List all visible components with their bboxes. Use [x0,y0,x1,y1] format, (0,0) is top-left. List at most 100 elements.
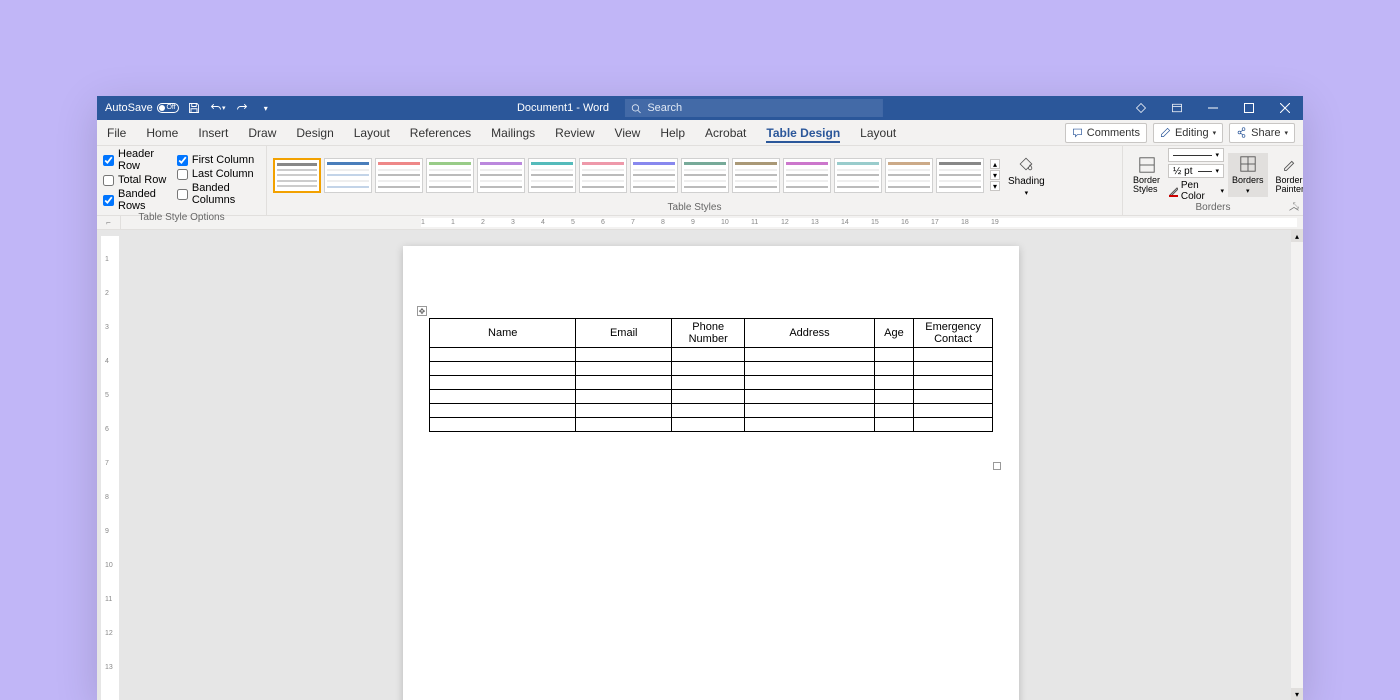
table-cell[interactable] [745,390,874,404]
option-last-column[interactable]: Last Column [177,168,260,180]
ribbon-display-icon[interactable] [1159,96,1195,120]
table-cell[interactable] [576,390,672,404]
document-table[interactable]: NameEmailPhone NumberAddressAgeEmergency… [429,318,993,432]
table-cell[interactable] [914,362,993,376]
checkbox[interactable] [103,175,114,186]
table-cell[interactable] [874,348,913,362]
table-cell[interactable] [576,348,672,362]
table-header-cell[interactable]: Age [874,319,913,348]
table-cell[interactable] [576,376,672,390]
table-style-swatch[interactable] [936,158,984,193]
table-cell[interactable] [672,362,745,376]
tab-acrobat[interactable]: Acrobat [695,120,756,145]
option-header-row[interactable]: Header Row [103,148,173,172]
tab-mailings[interactable]: Mailings [481,120,545,145]
checkbox[interactable] [103,195,114,206]
pen-color-button[interactable]: Pen Color [1181,180,1218,202]
table-cell[interactable] [745,348,874,362]
table-style-swatch[interactable] [426,158,474,193]
table-row[interactable] [430,418,993,432]
table-cell[interactable] [874,376,913,390]
table-cell[interactable] [914,404,993,418]
border-styles-button[interactable]: Border Styles [1129,156,1164,194]
table-cell[interactable] [874,390,913,404]
table-header-cell[interactable]: Address [745,319,874,348]
styles-scroll-down[interactable]: ▾ [990,170,1000,180]
table-cell[interactable] [672,418,745,432]
table-cell[interactable] [576,404,672,418]
table-cell[interactable] [430,348,576,362]
table-cell[interactable] [430,404,576,418]
option-total-row[interactable]: Total Row [103,174,173,186]
autosave-toggle[interactable]: AutoSave Off [105,102,179,114]
checkbox[interactable] [177,169,188,180]
table-cell[interactable] [745,362,874,376]
table-cell[interactable] [874,362,913,376]
minimize-button[interactable] [1195,96,1231,120]
option-banded-columns[interactable]: Banded Columns [177,182,260,206]
table-cell[interactable] [745,418,874,432]
vertical-ruler[interactable]: 12345678910111213 [101,236,119,700]
table-cell[interactable] [745,376,874,390]
table-cell[interactable] [745,404,874,418]
table-row[interactable] [430,390,993,404]
table-cell[interactable] [672,404,745,418]
share-button[interactable]: Share▾ [1229,123,1295,143]
table-cell[interactable] [672,376,745,390]
table-row[interactable] [430,362,993,376]
checkbox[interactable] [103,155,114,166]
table-row[interactable] [430,348,993,362]
table-cell[interactable] [576,362,672,376]
table-style-swatch[interactable] [885,158,933,193]
table-style-swatch[interactable] [732,158,780,193]
save-icon[interactable] [185,99,203,117]
option-first-column[interactable]: First Column [177,154,260,166]
table-cell[interactable] [914,376,993,390]
table-style-swatch[interactable] [477,158,525,193]
table-cell[interactable] [430,362,576,376]
table-header-cell[interactable]: Emergency Contact [914,319,993,348]
table-resize-handle[interactable] [993,462,1001,470]
horizontal-ruler[interactable]: 112345678910111213141516171819 [421,218,1297,227]
table-style-swatch[interactable] [273,158,321,193]
tab-insert[interactable]: Insert [188,120,238,145]
table-row[interactable] [430,404,993,418]
tab-help[interactable]: Help [650,120,695,145]
table-style-swatch[interactable] [630,158,678,193]
table-cell[interactable] [430,376,576,390]
comments-button[interactable]: Comments [1065,123,1147,143]
table-header-row[interactable]: NameEmailPhone NumberAddressAgeEmergency… [430,319,993,348]
scroll-up-button[interactable]: ▴ [1291,230,1303,242]
table-style-swatch[interactable] [834,158,882,193]
shading-button[interactable]: Shading ▾ [1004,154,1049,197]
checkbox[interactable] [177,155,188,166]
checkbox[interactable] [177,189,188,200]
search-input[interactable] [647,102,877,114]
table-cell[interactable] [914,418,993,432]
table-cell[interactable] [672,390,745,404]
table-header-cell[interactable]: Phone Number [672,319,745,348]
tab-review[interactable]: Review [545,120,604,145]
table-cell[interactable] [430,390,576,404]
redo-button[interactable] [233,99,251,117]
table-header-cell[interactable]: Email [576,319,672,348]
table-cell[interactable] [874,404,913,418]
qa-customize-icon[interactable]: ▾ [257,99,275,117]
tab-layout[interactable]: Layout [344,120,400,145]
table-style-swatch[interactable] [681,158,729,193]
table-style-swatch[interactable] [324,158,372,193]
line-style-select[interactable]: ▾ [1168,148,1224,162]
table-style-swatch[interactable] [375,158,423,193]
maximize-button[interactable] [1231,96,1267,120]
tab-table-design[interactable]: Table Design [756,120,850,145]
table-cell[interactable] [672,348,745,362]
styles-more[interactable]: ▾ [990,181,1000,191]
table-move-handle[interactable]: ✥ [417,306,427,316]
table-header-cell[interactable]: Name [430,319,576,348]
tab-references[interactable]: References [400,120,481,145]
undo-button[interactable]: ▾ [209,99,227,117]
tab-design[interactable]: Design [286,120,343,145]
table-cell[interactable] [874,418,913,432]
collapse-ribbon-button[interactable]: ︿ [1289,198,1299,213]
pen-weight-select[interactable]: ½ pt▾ [1168,164,1224,178]
